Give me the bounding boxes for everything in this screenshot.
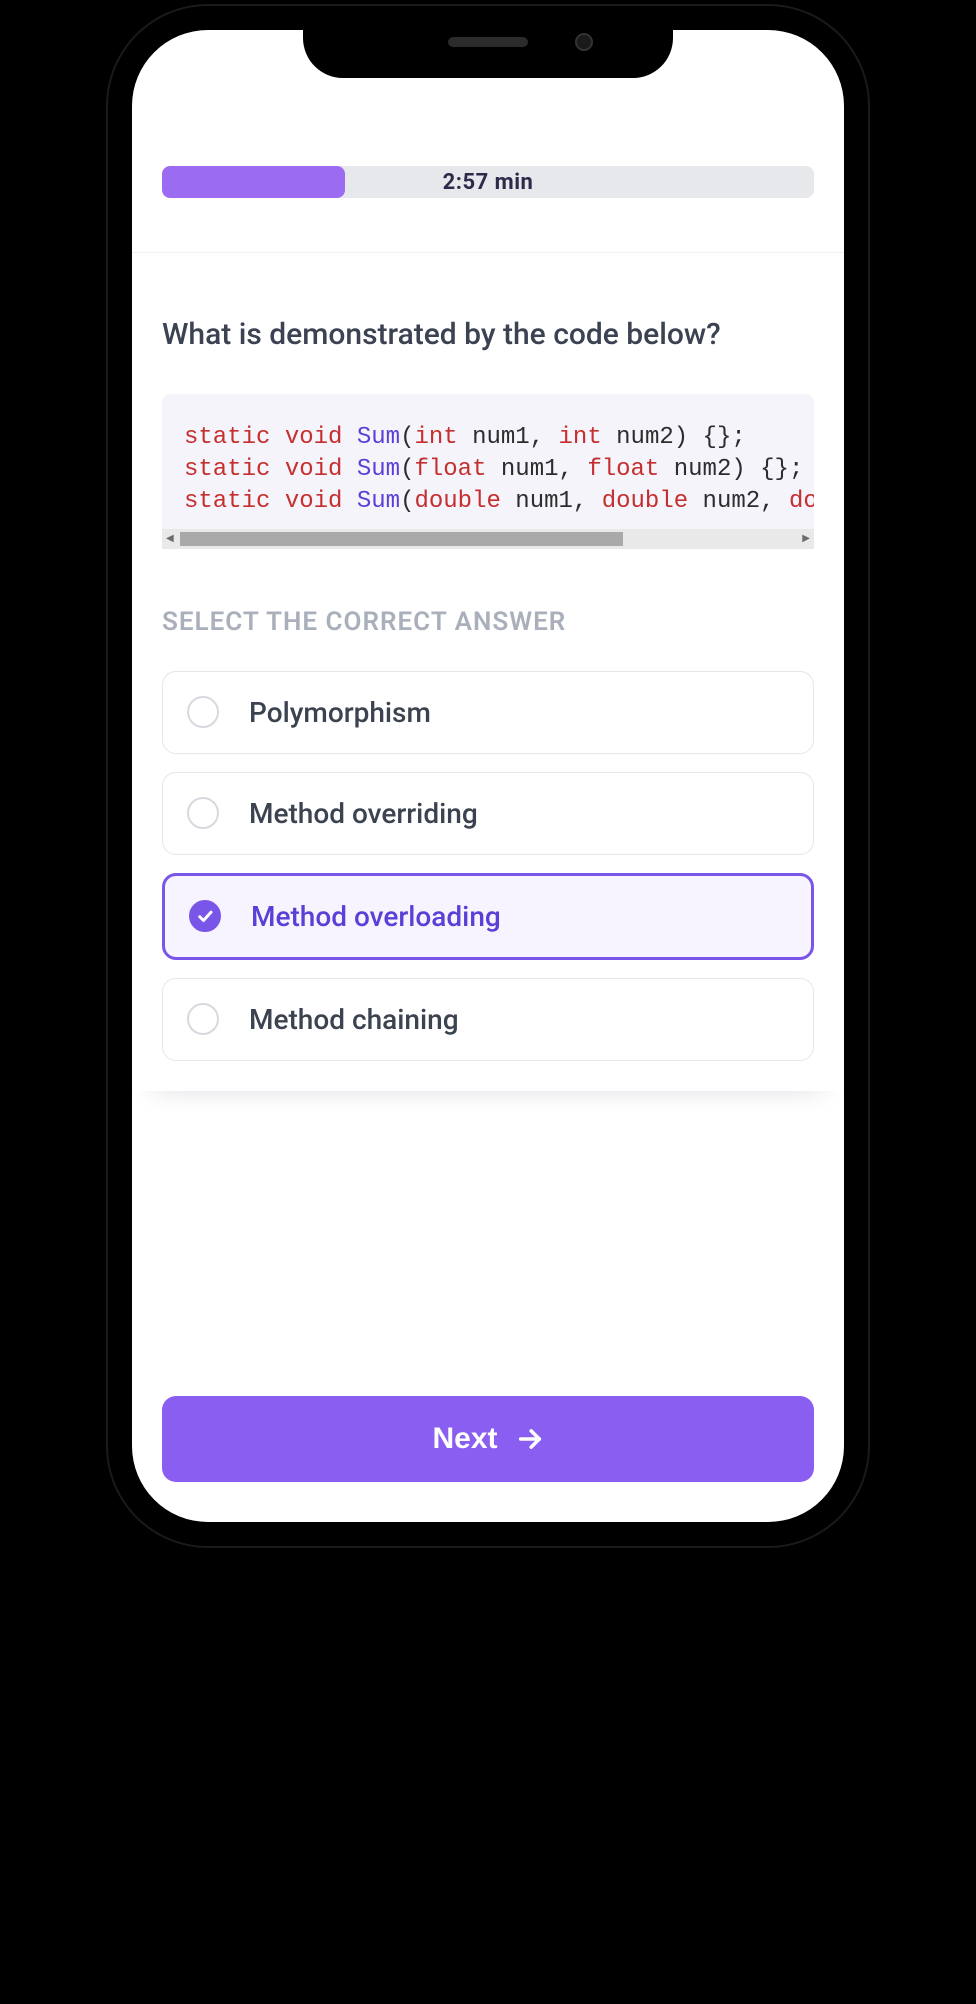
answer-option-label: Polymorphism [249,696,431,729]
app-content: 2:57 min What is demonstrated by the cod… [132,30,844,1522]
phone-frame: 2:57 min What is demonstrated by the cod… [108,6,868,1546]
timer-progress-fill [162,166,345,198]
phone-notch [303,6,673,78]
answer-options: Polymorphism Method overriding Method over… [162,671,814,1061]
question-card: What is demonstrated by the code below? … [132,253,844,1091]
timer-label: 2:57 min [443,170,534,195]
radio-checked-icon [189,900,221,932]
radio-unchecked-icon [187,797,219,829]
answer-option[interactable]: Method chaining [162,978,814,1061]
front-camera-icon [575,33,593,51]
code-block: static void Sum(int num1, int num2) {}; … [162,394,814,549]
answer-option[interactable]: Polymorphism [162,671,814,754]
code-scroll-viewport[interactable]: static void Sum(int num1, int num2) {}; … [162,394,814,529]
answer-option[interactable]: Method overloading [162,873,814,960]
stage: 2:57 min What is demonstrated by the cod… [0,0,976,2004]
scrollbar-thumb[interactable] [180,532,623,546]
next-button[interactable]: Next [162,1396,814,1482]
answer-option[interactable]: Method overriding [162,772,814,855]
question-body: What is demonstrated by the code below? … [162,253,814,1061]
radio-unchecked-icon [187,696,219,728]
answer-option-label: Method overloading [251,900,501,933]
footer: Next [162,1396,814,1482]
scroll-left-arrow-icon[interactable]: ◀ [166,533,174,544]
answer-option-label: Method chaining [249,1003,459,1036]
radio-unchecked-icon [187,1003,219,1035]
scroll-right-arrow-icon[interactable]: ▶ [802,533,810,544]
arrow-right-icon [516,1425,544,1453]
code-content: static void Sum(int num1, int num2) {}; … [184,422,792,519]
horizontal-scrollbar[interactable]: ◀ ▶ [162,529,814,549]
speaker-icon [448,37,528,47]
next-button-label: Next [432,1422,497,1456]
screen: 2:57 min What is demonstrated by the cod… [132,30,844,1522]
answer-prompt: SELECT THE CORRECT ANSWER [162,607,814,637]
question-text: What is demonstrated by the code below? [162,315,814,356]
answer-option-label: Method overriding [249,797,478,830]
timer-progress-bar: 2:57 min [162,166,814,198]
